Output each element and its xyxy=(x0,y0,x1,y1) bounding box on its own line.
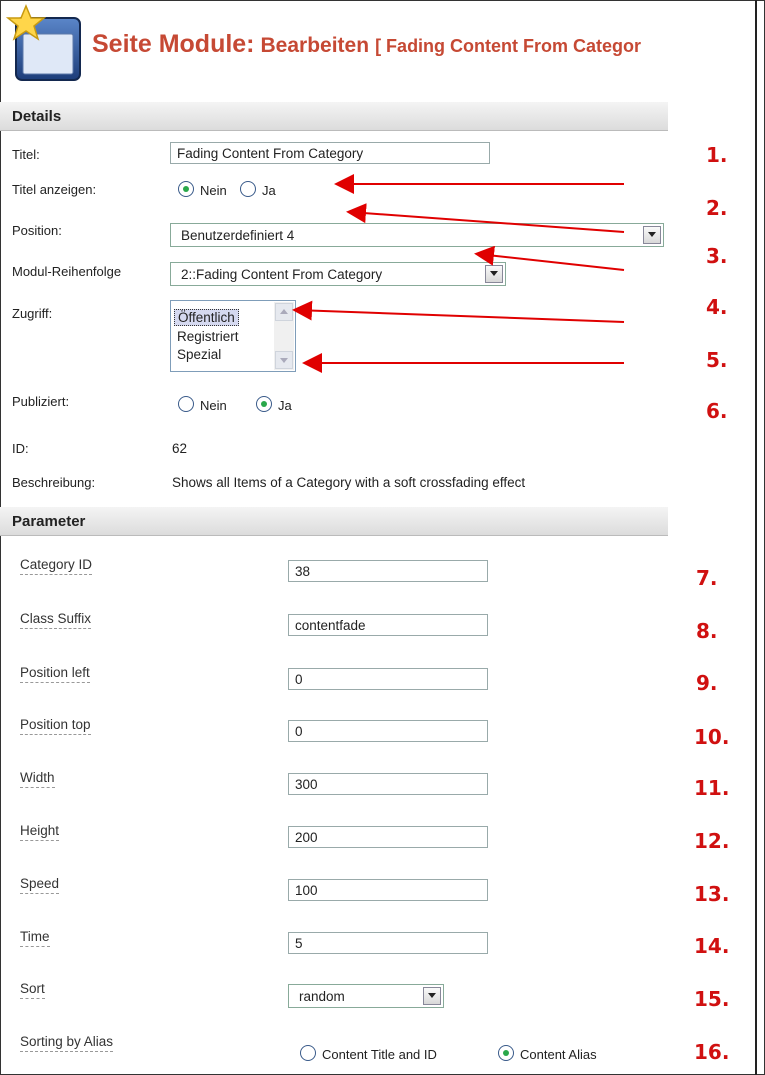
callout-number: 3. xyxy=(706,244,728,268)
callout-number: 10. xyxy=(694,725,730,749)
callout-number: 9. xyxy=(696,671,718,695)
callout-number: 8. xyxy=(696,619,718,643)
arrow-4 xyxy=(292,300,625,323)
callout-number: 7. xyxy=(696,566,718,590)
callout-number: 1. xyxy=(706,143,728,167)
callout-number: 13. xyxy=(694,882,730,906)
callout-arrows xyxy=(292,174,625,373)
arrow-3 xyxy=(474,245,625,271)
callout-number: 6. xyxy=(706,399,728,423)
callout-number: 11. xyxy=(694,776,730,800)
callout-number: 4. xyxy=(706,295,728,319)
arrow-2 xyxy=(346,203,625,233)
callout-number: 15. xyxy=(694,987,730,1011)
callout-number: 14. xyxy=(694,934,730,958)
callout-number: 2. xyxy=(706,196,728,220)
callout-number: 16. xyxy=(694,1040,730,1064)
callout-number: 12. xyxy=(694,829,730,853)
callout-number: 5. xyxy=(706,348,728,372)
